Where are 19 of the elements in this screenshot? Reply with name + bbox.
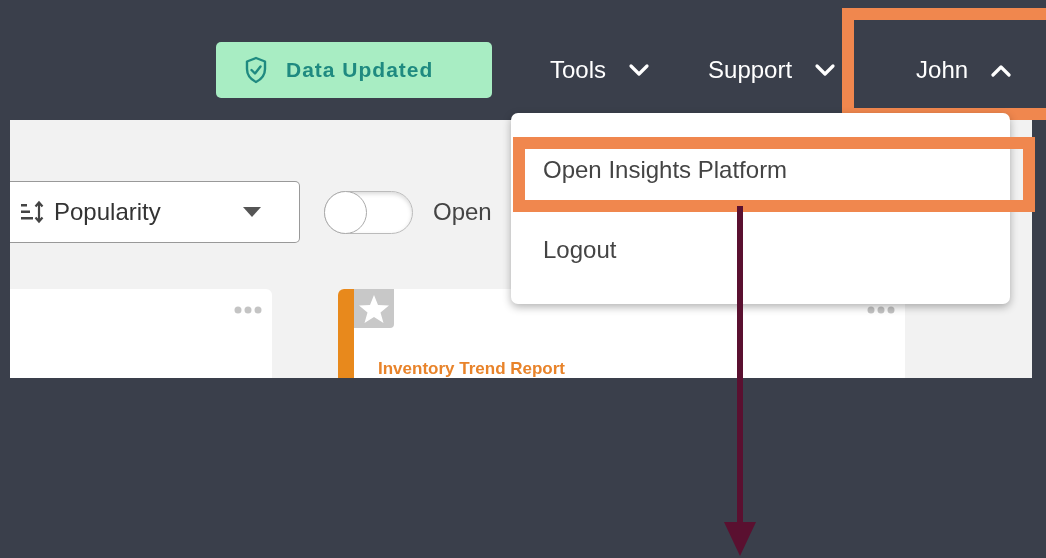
shield-check-icon [244, 56, 268, 84]
favorite-toggle[interactable] [354, 289, 394, 328]
chevron-down-icon [628, 63, 651, 77]
nav-menu[interactable]: Tools [532, 42, 669, 98]
menu-item[interactable]: Logout [543, 236, 617, 264]
chevron-down-icon [814, 63, 837, 77]
more-icon[interactable] [234, 306, 262, 314]
nav-menu[interactable]: Support [690, 42, 855, 98]
toggle-label: Open [433, 198, 492, 226]
chevron-up-icon [990, 63, 1013, 77]
caret-down-icon [243, 207, 261, 217]
toggle-switch[interactable] [324, 190, 413, 234]
nav-menu[interactable]: John [898, 42, 1031, 98]
sort-icon [20, 200, 46, 224]
sort-dropdown[interactable]: Popularity [10, 181, 300, 243]
star-icon [358, 293, 390, 324]
more-icon[interactable] [867, 306, 895, 314]
status-badge: Data Updated [216, 42, 492, 98]
menu-item[interactable]: Open Insights Platform [543, 156, 788, 184]
